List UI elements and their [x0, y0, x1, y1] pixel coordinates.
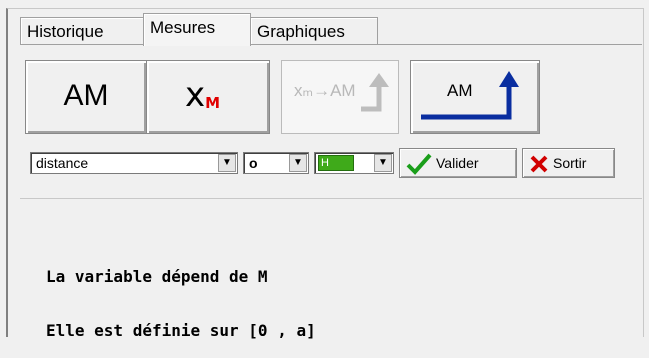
- am-up-button[interactable]: AM: [410, 60, 540, 134]
- exit-button[interactable]: Sortir: [522, 148, 615, 178]
- chevron-down-icon[interactable]: ▼: [218, 154, 236, 172]
- up-arrow-icon-disabled: [361, 73, 389, 112]
- controls-row: distance ▼ o ▼ H ▼ Valider Sortir: [25, 146, 635, 190]
- xm-to-am-button[interactable]: xₘ→AM: [281, 60, 399, 134]
- am-button[interactable]: AM: [25, 60, 147, 134]
- color-select[interactable]: H ▼: [314, 152, 394, 174]
- xm-subscript: M: [205, 94, 221, 112]
- xm-x: x: [185, 75, 206, 115]
- blue-up-arrow-icon: [421, 71, 519, 120]
- message-line-2: Elle est définie sur [0 , a]: [46, 321, 316, 340]
- message-text: La variable dépend de M Elle est définie…: [46, 232, 316, 358]
- xm-to-am-label: xₘ→AM: [294, 81, 356, 100]
- variable-select[interactable]: distance ▼: [30, 152, 238, 174]
- checkmark-icon: [406, 153, 432, 175]
- tab-divider: [20, 44, 642, 45]
- xm-button[interactable]: xM: [146, 60, 270, 134]
- validate-button[interactable]: Valider: [399, 148, 517, 178]
- chevron-down-icon[interactable]: ▼: [289, 154, 307, 172]
- message-line-1: La variable dépend de M: [46, 267, 268, 286]
- tab-graphiques[interactable]: Graphiques: [250, 17, 378, 45]
- validate-label: Valider: [436, 155, 479, 171]
- letter-select-value: o: [249, 155, 258, 171]
- toolbar: AM xM xₘ→AM AM: [25, 60, 635, 140]
- color-swatch: H: [318, 155, 354, 171]
- close-icon: [530, 155, 548, 173]
- tab-historique[interactable]: Historique: [20, 17, 144, 45]
- xm-button-label: xM: [185, 75, 220, 115]
- am-button-label: AM: [63, 79, 109, 112]
- exit-label: Sortir: [553, 155, 587, 171]
- chevron-down-icon[interactable]: ▼: [374, 154, 392, 172]
- letter-select[interactable]: o ▼: [243, 152, 309, 174]
- variable-select-value: distance: [36, 155, 89, 171]
- tab-mesures[interactable]: Mesures: [143, 13, 251, 46]
- divider: [20, 198, 642, 199]
